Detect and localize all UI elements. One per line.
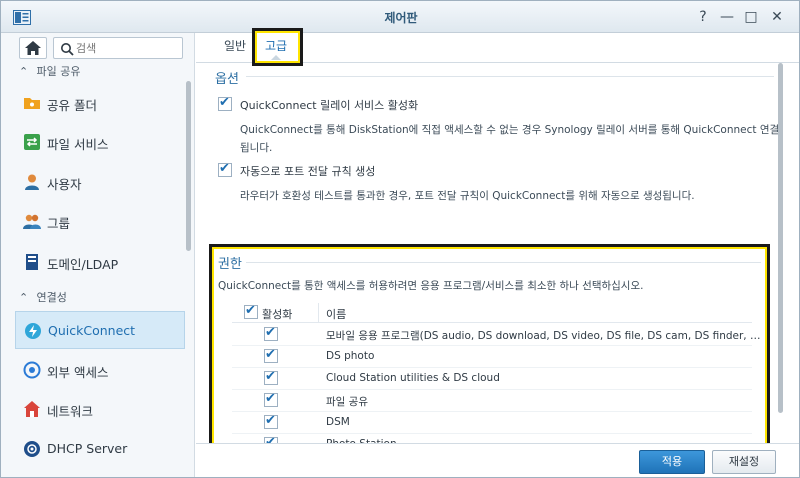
sidebar-item-shared-folder[interactable]: 공유 폴더 [15,84,185,122]
sidebar-item-label: 네트워크 [47,404,94,419]
row-name: 파일 공유 [326,396,368,408]
tab-advanced-label: 고급 [265,39,288,53]
apply-button[interactable]: 적용 [639,450,705,474]
close-icon[interactable]: ✕ [767,7,787,27]
search-input[interactable] [76,40,176,56]
section-label: 연결성 [36,291,67,304]
table-row[interactable]: DS photo [232,346,752,368]
port-forwarding-label: 자동으로 포트 전달 규칙 생성 [240,165,376,178]
sidebar-item-network[interactable]: 네트워크 [15,390,185,428]
sidebar-item-label: QuickConnect [48,323,136,338]
table-row[interactable]: Cloud Station utilities & DS cloud [232,368,752,390]
content-scrollbar[interactable] [778,63,783,413]
row-checkbox[interactable] [264,369,278,385]
divider [246,262,761,263]
table-row[interactable]: 모바일 응용 프로그램(DS audio, DS download, DS vi… [232,324,766,346]
sidebar-item-label: 파일 서비스 [47,137,109,152]
control-panel-window: 제어판 ? — □ ✕ ⌃ 파일 공유 공유 [0,0,800,478]
search-box[interactable] [53,37,183,59]
sidebar: ⌃ 파일 공유 공유 폴더 파일 서비스 사용자 [1,33,195,477]
row-checkbox[interactable] [264,391,278,407]
sidebar-item-label: 사용자 [47,177,82,192]
group-icon [23,214,41,229]
permissions-table-header: 활성화 이름 [232,303,752,323]
relay-service-label: QuickConnect 릴레이 서비스 활성화 [240,99,419,112]
quickconnect-icon [25,323,41,339]
minimize-icon[interactable]: — [717,7,737,27]
column-separator [318,303,319,323]
section-file-sharing[interactable]: ⌃ 파일 공유 [19,63,80,83]
user-icon [25,174,39,190]
relay-service-description: QuickConnect를 통해 DiskStation에 직접 액세스할 수 … [240,124,780,136]
sidebar-item-domain-ldap[interactable]: 도메인/LDAP [15,243,185,281]
row-name: DSM [326,416,350,428]
permissions-description: QuickConnect를 통한 액세스를 허용하려면 응용 프로그램/서비스를… [218,280,644,292]
sidebar-item-label: 그룹 [47,216,71,231]
permissions-group-title: 권한 [218,257,242,272]
chevron-up-icon: ⌃ [19,291,29,304]
tab-bar: 일반 고급 [196,28,799,66]
help-icon[interactable]: ? [693,7,713,27]
footer-bar: 적용 재설정 [196,443,799,477]
chevron-up-icon: ⌃ [19,65,29,78]
sidebar-item-external-access[interactable]: 외부 액세스 [15,351,185,389]
dhcp-server-icon [24,441,40,457]
sidebar-item-quickconnect[interactable]: QuickConnect [15,311,185,349]
sidebar-item-user[interactable]: 사용자 [15,163,185,201]
relay-service-description-cont: 됩니다. [240,142,273,154]
title-bar[interactable]: 제어판 ? — □ ✕ [1,1,799,33]
home-button[interactable] [19,37,47,59]
window-title: 제어판 [384,11,418,25]
sidebar-item-label: 도메인/LDAP [47,257,119,272]
table-row[interactable]: DSM [232,412,752,434]
domain-ldap-icon [26,254,38,270]
tab-general[interactable]: 일반 [224,37,246,54]
sidebar-item-label: 외부 액세스 [47,365,109,380]
home-icon [25,41,41,55]
port-forwarding-description: 라우터가 호환성 테스트를 통과한 경우, 포트 전달 규칙이 QuickCon… [240,190,695,202]
sidebar-item-label: 공유 폴더 [47,98,97,113]
main-panel: 일반 고급 옵션 QuickConnect 릴레이 서비스 활성화 QuickC… [196,28,799,477]
sidebar-item-label: DHCP Server [47,441,128,456]
row-checkbox[interactable] [264,413,278,429]
sidebar-item-dhcp-server[interactable]: DHCP Server [15,430,185,468]
select-all-checkbox[interactable] [244,303,258,319]
row-checkbox[interactable] [264,325,278,341]
column-header-name[interactable]: 이름 [326,306,346,322]
external-access-icon [23,361,41,379]
column-header-enable[interactable]: 활성화 [262,306,292,322]
reset-button[interactable]: 재설정 [712,450,776,474]
table-row[interactable]: 파일 공유 [232,390,752,412]
row-name: DS photo [326,350,375,362]
search-icon [61,43,74,56]
row-name: 모바일 응용 프로그램(DS audio, DS download, DS vi… [326,330,766,342]
relay-service-checkbox[interactable] [218,95,232,111]
tab-advanced[interactable]: 고급 [252,28,303,66]
permissions-section: 권한 QuickConnect를 통한 액세스를 허용하려면 응용 프로그램/서… [209,244,770,470]
sidebar-scrollbar[interactable] [186,81,191,251]
port-forwarding-checkbox[interactable] [218,161,232,177]
sidebar-item-group[interactable]: 그룹 [15,202,185,240]
row-name: Cloud Station utilities & DS cloud [326,372,500,384]
maximize-icon[interactable]: □ [741,7,761,27]
settings-content: 옵션 QuickConnect 릴레이 서비스 활성화 QuickConnect… [196,63,799,470]
sidebar-item-file-services[interactable]: 파일 서비스 [15,123,185,161]
section-connectivity[interactable]: ⌃ 연결성 [19,289,67,309]
network-icon [24,401,40,417]
divider [246,76,774,77]
section-label: 파일 공유 [36,65,81,78]
options-group-title: 옵션 [215,72,239,87]
shared-folder-icon [24,98,40,109]
row-checkbox[interactable] [264,347,278,363]
active-tab-caret [271,55,281,60]
file-services-icon [24,134,40,150]
